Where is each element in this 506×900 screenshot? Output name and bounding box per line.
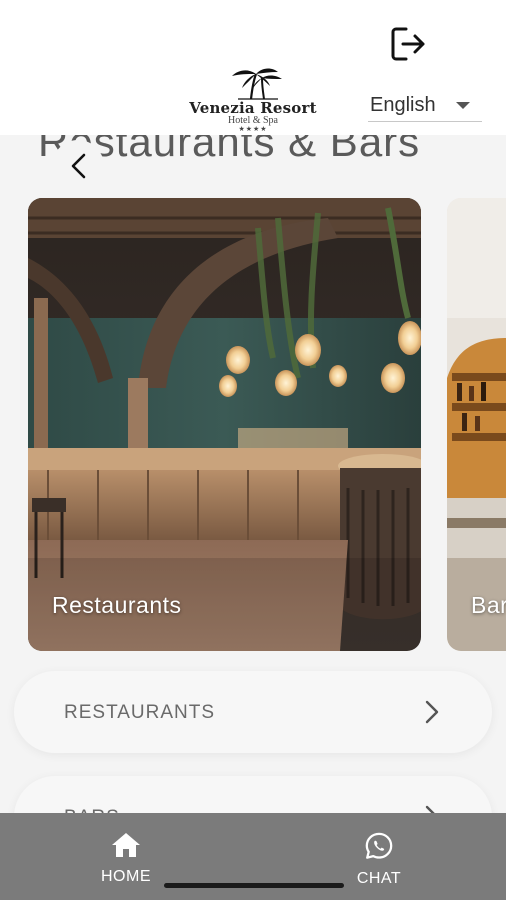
language-select[interactable]: English [368, 90, 482, 122]
nav-chat-button[interactable]: CHAT [324, 831, 434, 888]
category-card-restaurants[interactable]: Restaurants [28, 198, 421, 651]
brand-stars: ★★★★ [238, 126, 268, 133]
bar-photo [447, 198, 506, 651]
language-label: English [370, 94, 436, 116]
brand-name: Venezia Resort [189, 99, 317, 117]
home-indicator-bar [164, 883, 344, 888]
chevron-right-icon [425, 700, 439, 724]
logout-button[interactable] [388, 24, 428, 64]
back-button[interactable] [52, 140, 104, 192]
whatsapp-chat-icon [365, 832, 393, 859]
bottom-navigation: HOME CHAT [0, 813, 506, 900]
logout-icon [391, 27, 425, 61]
caret-down-icon [456, 102, 470, 109]
app-header: Venezia Resort Hotel & Spa ★★★★ English [0, 0, 506, 135]
nav-home-button[interactable]: HOME [71, 831, 181, 886]
brand-subtitle: Hotel & Spa [228, 115, 278, 126]
category-card-bars[interactable]: Bars [447, 198, 506, 651]
card-label: Bars [471, 592, 506, 618]
palm-tree-logo-icon [232, 68, 282, 100]
list-item-restaurants[interactable]: RESTAURANTS [14, 671, 492, 753]
resort-logo: Venezia Resort Hotel & Spa ★★★★ [178, 66, 328, 136]
card-label: Restaurants [52, 592, 182, 618]
home-icon [112, 833, 140, 857]
restaurant-photo [28, 198, 421, 651]
chevron-left-icon [71, 153, 86, 179]
list-item-label: RESTAURANTS [64, 702, 216, 723]
